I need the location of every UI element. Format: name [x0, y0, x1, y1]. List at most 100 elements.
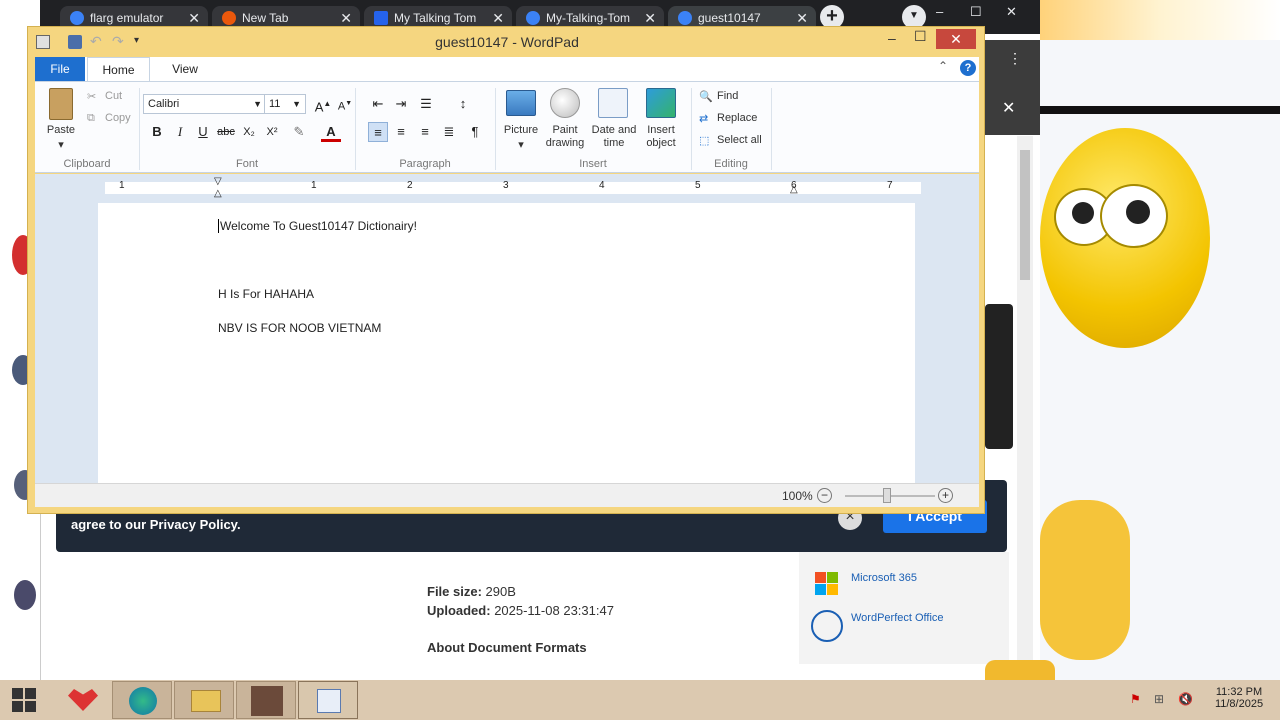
taskbar-browser[interactable] — [112, 681, 172, 719]
bullets-icon[interactable]: ☰ — [416, 94, 436, 114]
ruler[interactable]: 1 1 2 3 4 5 6 7 ▽ △ △ — [35, 174, 979, 201]
underline-button[interactable]: U — [193, 122, 213, 142]
picture-dropdown-icon[interactable]: ▾ — [515, 138, 527, 151]
zoom-slider-thumb[interactable] — [883, 488, 891, 503]
shrink-font-icon[interactable]: A▼ — [335, 94, 355, 114]
replace-icon: ⇄ — [699, 113, 709, 125]
document-line[interactable]: Welcome To Guest10147 Dictionairy! — [218, 219, 417, 233]
italic-button[interactable]: I — [170, 122, 190, 142]
strikethrough-button[interactable]: abc — [216, 122, 236, 142]
paragraph-settings-icon[interactable]: ¶ — [465, 122, 485, 142]
zoom-out-button[interactable]: − — [817, 488, 832, 503]
font-group-label: Font — [235, 158, 258, 170]
chevron-down-icon: ▼ — [292, 99, 301, 109]
document-area: Welcome To Guest10147 Dictionairy! H Is … — [35, 201, 979, 483]
paint-palette-icon[interactable] — [550, 88, 580, 118]
tab-label: New Tab — [242, 11, 289, 25]
wordpad-icon — [317, 689, 341, 713]
align-left-icon[interactable]: ≡ — [368, 122, 388, 142]
align-center-icon[interactable]: ≡ — [391, 122, 411, 142]
align-right-icon[interactable]: ≡ — [415, 122, 435, 142]
cut-button[interactable]: Cut — [105, 90, 122, 102]
chrome-icon — [222, 11, 236, 25]
clock-date: 11/8/2025 — [1214, 698, 1264, 710]
grow-font-icon[interactable]: A▲ — [313, 94, 333, 114]
tab-label: guest10147 — [698, 11, 761, 25]
browser-maximize-button[interactable]: ☐ — [970, 4, 982, 20]
superscript-button[interactable]: X² — [262, 122, 282, 142]
ribbon: Paste ▾ ✂ Cut ⧉ Copy Clipboard Calibri ▼ … — [35, 81, 979, 173]
app-icon — [68, 689, 98, 711]
document-line[interactable]: H Is For HAHAHA — [218, 287, 314, 301]
minimize-button[interactable]: – — [888, 30, 896, 46]
file-size-label: File size: — [427, 584, 482, 599]
bold-button[interactable]: B — [147, 122, 167, 142]
taskbar-app[interactable] — [52, 681, 112, 719]
picture-icon[interactable] — [506, 90, 536, 116]
maximize-button[interactable]: ☐ — [914, 28, 927, 45]
paint-drawing-button[interactable]: Paint drawing — [537, 124, 593, 150]
font-size-value: 11 — [269, 98, 281, 110]
ruler-strip: 1 1 2 3 4 5 6 7 — [105, 180, 921, 194]
more-menu-icon[interactable]: ⋮ — [1008, 50, 1022, 67]
select-all-button[interactable]: Select all — [717, 134, 762, 146]
clipboard-group-label: Clipboard — [63, 158, 111, 170]
font-name-select[interactable]: Calibri ▼ — [143, 94, 267, 114]
close-panel-icon[interactable]: ✕ — [1002, 98, 1015, 118]
hanging-indent-marker[interactable]: △ — [214, 188, 222, 199]
increase-indent-icon[interactable]: ⇥ — [391, 94, 411, 114]
app-link-microsoft-365[interactable]: Microsoft 365 — [851, 572, 917, 584]
wordperfect-icon — [811, 610, 843, 642]
font-size-select[interactable]: 11 ▼ — [264, 94, 306, 114]
ruler-number: 2 — [407, 180, 413, 191]
paste-dropdown-icon[interactable]: ▾ — [55, 138, 67, 151]
highlight-color-icon[interactable]: ✎ — [289, 122, 309, 142]
paste-button[interactable]: Paste — [41, 124, 81, 136]
browser-minimize-button[interactable]: – — [936, 4, 943, 19]
editing-group-label: Editing — [714, 158, 748, 170]
taskbar-media[interactable] — [236, 681, 296, 719]
find-button[interactable]: Find — [717, 90, 738, 102]
network-icon[interactable]: ⊞ — [1154, 692, 1164, 706]
wordpad-window: ↶ ↷ ▾ guest10147 - WordPad – ☐ ✕ File Ho… — [27, 26, 985, 514]
media-icon — [251, 686, 283, 716]
document-page[interactable]: Welcome To Guest10147 Dictionairy! H Is … — [98, 203, 915, 483]
help-icon[interactable]: ? — [960, 60, 976, 76]
date-time-button[interactable]: Date and time — [589, 124, 639, 150]
text-color-icon[interactable]: A — [321, 122, 341, 142]
taskbar-file-explorer[interactable] — [174, 681, 234, 719]
zoom-in-button[interactable]: + — [938, 488, 953, 503]
justify-icon[interactable]: ≣ — [439, 122, 459, 142]
paste-icon[interactable] — [49, 88, 73, 120]
ruler-number: 4 — [599, 180, 605, 191]
browser-close-button[interactable]: ✕ — [1006, 4, 1017, 20]
desktop-icon[interactable] — [14, 580, 36, 610]
calendar-icon[interactable] — [598, 88, 628, 118]
copy-button[interactable]: Copy — [105, 112, 131, 124]
right-indent-marker[interactable]: △ — [790, 184, 798, 195]
ribbon-tabs: File Home View ⌃ ? — [35, 57, 979, 81]
action-center-icon[interactable]: ⚑ — [1130, 692, 1141, 706]
taskbar-wordpad[interactable] — [298, 681, 358, 719]
tab-label: flarg emulator — [90, 11, 164, 25]
tab-home[interactable]: Home — [87, 57, 150, 81]
first-line-indent-marker[interactable]: ▽ — [214, 176, 222, 187]
app-link-wordperfect[interactable]: WordPerfect Office — [851, 612, 944, 624]
scrollbar-thumb[interactable] — [1020, 150, 1030, 280]
chevron-down-icon: ▼ — [253, 99, 262, 109]
tab-view[interactable]: View — [160, 57, 210, 81]
browser-side-panel: ⋮ ✕ — [985, 40, 1040, 135]
volume-icon[interactable]: 🔇 — [1178, 692, 1193, 706]
insert-object-button[interactable]: Insert object — [639, 124, 683, 150]
start-button[interactable] — [12, 688, 36, 712]
taskbar-clock[interactable]: 11:32 PM 11/8/2025 — [1204, 686, 1274, 710]
replace-button[interactable]: Replace — [717, 112, 757, 124]
tab-file[interactable]: File — [35, 57, 85, 81]
line-spacing-icon[interactable]: ↕ — [453, 94, 473, 114]
collapse-ribbon-icon[interactable]: ⌃ — [938, 59, 948, 73]
document-line[interactable]: NBV IS FOR NOOB VIETNAM — [218, 321, 381, 335]
insert-object-icon[interactable] — [646, 88, 676, 118]
close-button[interactable]: ✕ — [936, 29, 976, 49]
subscript-button[interactable]: X₂ — [239, 122, 259, 142]
decrease-indent-icon[interactable]: ⇤ — [368, 94, 388, 114]
